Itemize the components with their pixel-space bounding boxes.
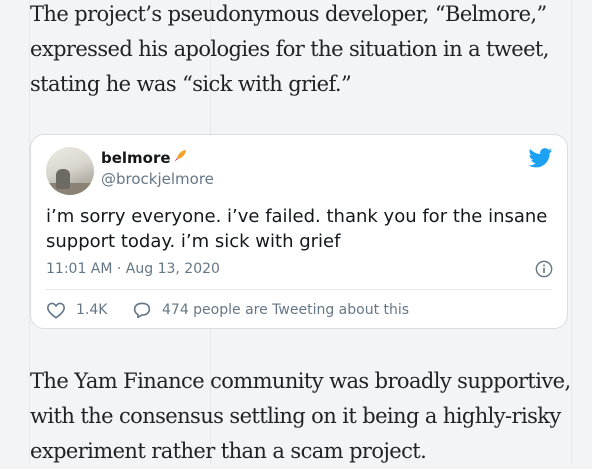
rocket-emoji-icon (173, 149, 187, 167)
twitter-bird-icon[interactable] (528, 148, 553, 168)
article-paragraph: The Yam Finance community was broadly su… (30, 369, 571, 463)
avatar[interactable] (46, 147, 94, 195)
speech-bubble-icon (133, 302, 151, 319)
tweet-text: i’m sorry everyone. i’ve failed. thank y… (46, 206, 548, 252)
tweet-display-name[interactable]: belmore (101, 149, 187, 167)
heart-icon (46, 302, 66, 319)
tweeting-about-link[interactable]: 474 people are Tweeting about this (132, 301, 409, 319)
like-button[interactable]: 1.4K (46, 301, 107, 319)
display-name-text: belmore (101, 149, 171, 167)
tweet-timestamp[interactable]: 11:01 AM · Aug 13, 2020 (46, 261, 220, 277)
article-paragraph: The project’s pseudonymous developer, “B… (30, 2, 549, 96)
info-icon[interactable] (535, 260, 553, 278)
tweet-handle[interactable]: @brockjelmore (101, 170, 214, 188)
tweeting-about-text: 474 people are Tweeting about this (162, 302, 410, 318)
tweet-divider (46, 289, 552, 290)
like-count: 1.4K (76, 302, 108, 318)
embedded-tweet[interactable]: belmore @brockjelmore i’m sorry everyone… (30, 134, 568, 329)
